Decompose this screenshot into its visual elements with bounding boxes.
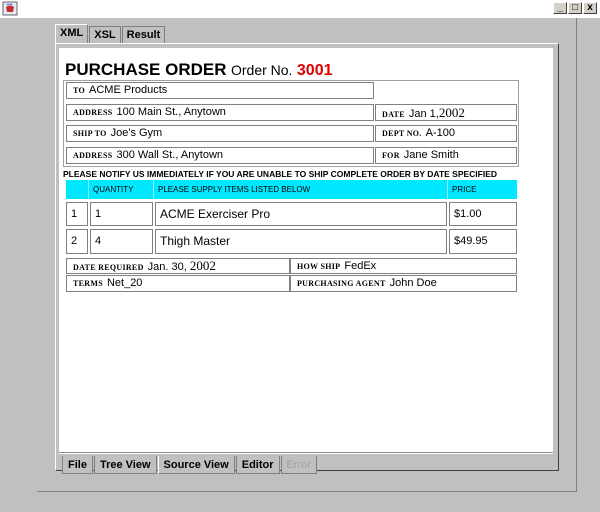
po-heading: PURCHASE ORDER [65, 60, 227, 79]
ship-to-field: SHIP TO Joe's Gym [66, 125, 374, 142]
terms-field: TERMS Net_20 [66, 275, 290, 292]
col-price: PRICE [447, 180, 517, 199]
maximize-button[interactable]: □ [568, 2, 582, 14]
table-row-num: 1 [66, 202, 88, 226]
minimize-button[interactable]: _ [553, 2, 567, 14]
table-row-qty: 1 [90, 202, 153, 226]
bottom-tabs: File Tree View Source View Editor Error [62, 456, 318, 474]
table-row-qty: 4 [90, 229, 153, 254]
to-field: TO ACME Products [66, 82, 374, 99]
col-items: PLEASE SUPPLY ITEMS LISTED BELOW [153, 180, 447, 199]
top-tabs: XML XSL Result [55, 24, 166, 43]
address2-field: ADDRESS 300 Wall St., Anytown [66, 147, 374, 164]
tab-file[interactable]: File [62, 456, 93, 474]
title-bar: _ □ x [0, 0, 600, 18]
tab-result[interactable]: Result [121, 26, 166, 43]
close-button[interactable]: x [583, 2, 597, 14]
dept-field: DEPT NO. A-100 [375, 125, 517, 142]
address-field: ADDRESS 100 Main St., Anytown [66, 104, 374, 121]
table-row-desc: ACME Exerciser Pro [155, 202, 447, 226]
tab-tree-view[interactable]: Tree View [93, 456, 157, 474]
agent-field: PURCHASING AGENT John Doe [290, 275, 517, 292]
java-cup-icon [2, 1, 18, 16]
order-number: 3001 [296, 62, 333, 79]
how-ship-field: HOW SHIP FedEx [290, 258, 517, 274]
date-field: DATE Jan 1,2002 [375, 104, 517, 121]
order-no-label: Order No. [230, 62, 293, 78]
po-title: PURCHASE ORDER Order No. 3001 [65, 60, 333, 80]
tab-editor[interactable]: Editor [235, 456, 280, 474]
tab-error: Error [280, 456, 317, 474]
table-row-price: $49.95 [449, 229, 517, 254]
notice-text: PLEASE NOTIFY US IMMEDIATELY IF YOU ARE … [63, 169, 498, 179]
divider [59, 452, 553, 453]
table-row-price: $1.00 [449, 202, 517, 226]
date-required-field: DATE REQUIRED Jan. 30, 2002 [66, 258, 290, 274]
for-field: FOR Jane Smith [375, 147, 517, 164]
table-row-num: 2 [66, 229, 88, 254]
tab-xml[interactable]: XML [55, 24, 89, 43]
table-row-desc: Thigh Master [155, 229, 447, 254]
col-quantity: QUANTITY [88, 180, 153, 199]
tab-xsl[interactable]: XSL [89, 26, 121, 43]
tab-source-view[interactable]: Source View [157, 456, 235, 474]
